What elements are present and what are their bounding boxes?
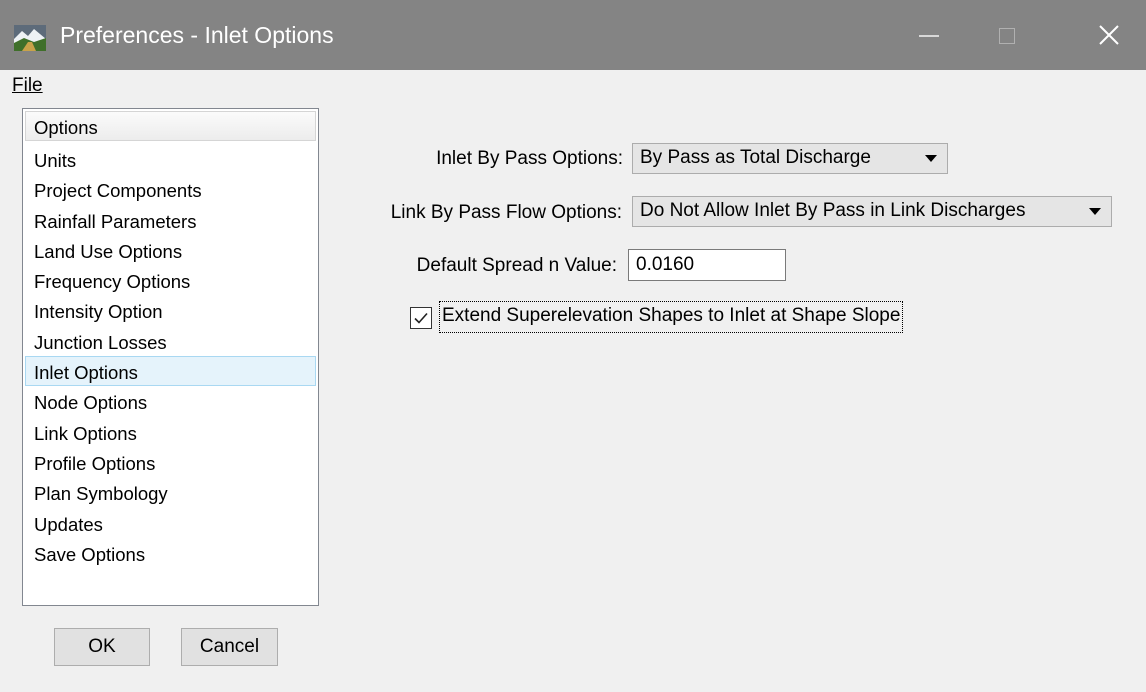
minimize-icon[interactable] [896, 0, 962, 70]
link-bypass-dropdown[interactable]: Do Not Allow Inlet By Pass in Link Disch… [632, 196, 1112, 227]
window-title: Preferences - Inlet Options [60, 22, 334, 48]
link-bypass-value: Do Not Allow Inlet By Pass in Link Disch… [640, 200, 1026, 221]
cancel-button[interactable]: Cancel [181, 628, 278, 666]
ok-button[interactable]: OK [54, 628, 150, 666]
option-item-node-options[interactable]: Node Options [25, 386, 316, 416]
option-item-frequency-options[interactable]: Frequency Options [25, 265, 316, 295]
chevron-down-icon [925, 155, 937, 162]
menu-bar: File [0, 70, 1146, 102]
inlet-bypass-dropdown[interactable]: By Pass as Total Discharge [632, 143, 948, 174]
spread-n-input[interactable]: 0.0160 [628, 249, 786, 281]
option-item-units[interactable]: Units [25, 144, 316, 174]
options-list-header: Options [25, 111, 316, 141]
checkmark-icon [414, 312, 428, 324]
option-item-rainfall-parameters[interactable]: Rainfall Parameters [25, 205, 316, 235]
options-list: Units Project Components Rainfall Parame… [25, 144, 316, 568]
inlet-bypass-label: Inlet By Pass Options: [436, 148, 623, 169]
option-item-junction-losses[interactable]: Junction Losses [25, 326, 316, 356]
chevron-down-icon [1089, 208, 1101, 215]
title-bar[interactable]: Preferences - Inlet Options [0, 0, 1146, 70]
option-item-project-components[interactable]: Project Components [25, 174, 316, 204]
option-item-plan-symbology[interactable]: Plan Symbology [25, 477, 316, 507]
inlet-bypass-value: By Pass as Total Discharge [640, 147, 871, 168]
preferences-window: Preferences - Inlet Options File Options… [0, 0, 1146, 692]
option-item-land-use-options[interactable]: Land Use Options [25, 235, 316, 265]
option-item-profile-options[interactable]: Profile Options [25, 447, 316, 477]
options-list-panel[interactable]: Options Units Project Components Rainfal… [22, 108, 319, 606]
option-item-intensity-option[interactable]: Intensity Option [25, 295, 316, 325]
option-item-save-options[interactable]: Save Options [25, 538, 316, 568]
option-item-link-options[interactable]: Link Options [25, 417, 316, 447]
superelevation-checkbox[interactable] [410, 307, 432, 329]
maximize-icon[interactable] [974, 0, 1040, 70]
link-bypass-label: Link By Pass Flow Options: [390, 202, 622, 223]
spread-n-label: Default Spread n Value: [416, 255, 617, 276]
option-item-updates[interactable]: Updates [25, 508, 316, 538]
landscape-app-icon [14, 25, 46, 51]
close-icon[interactable] [1076, 0, 1142, 70]
menu-file[interactable]: File [12, 75, 43, 97]
option-item-inlet-options[interactable]: Inlet Options [25, 356, 316, 387]
superelevation-label[interactable]: Extend Superelevation Shapes to Inlet at… [438, 301, 904, 333]
